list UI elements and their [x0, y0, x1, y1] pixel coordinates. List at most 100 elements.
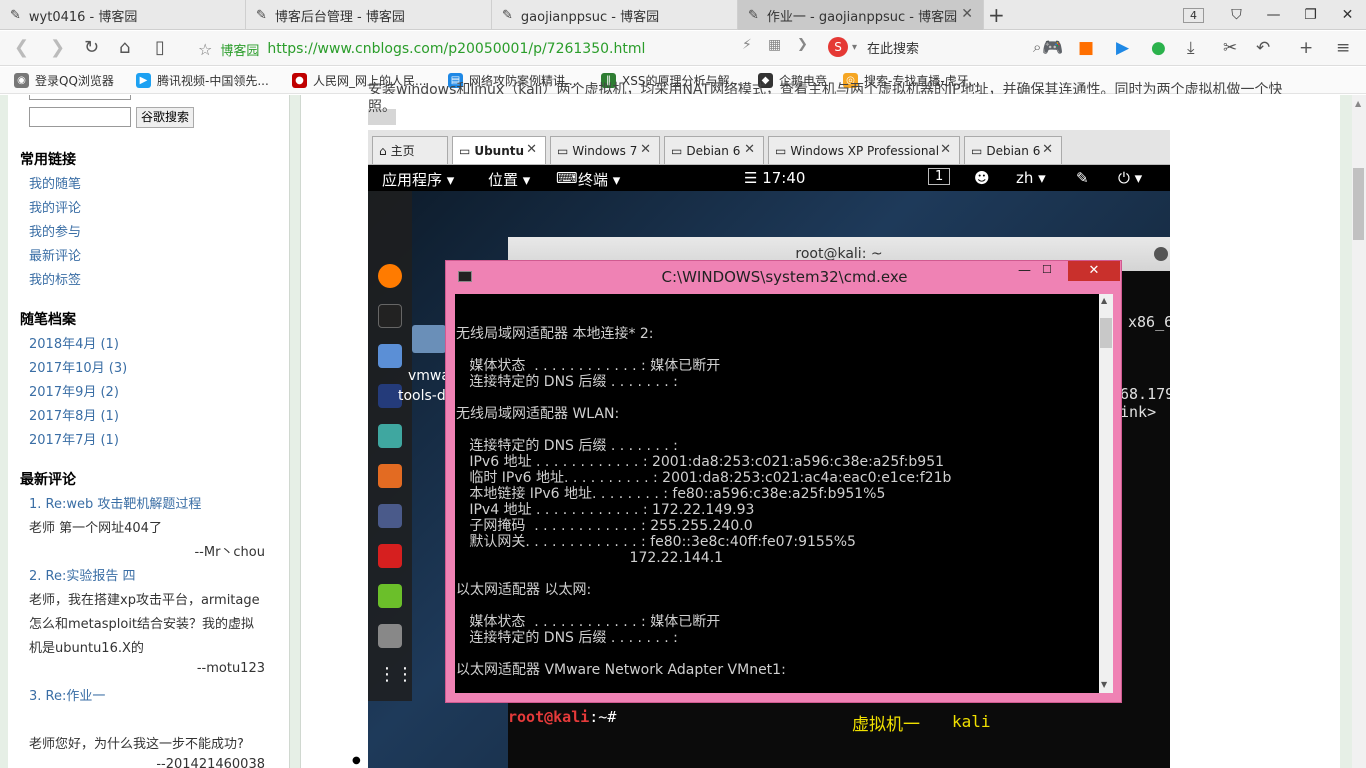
tab-count-badge[interactable]: 4 [1183, 7, 1204, 23]
close-icon[interactable]: ✕ [940, 142, 951, 157]
forward-icon[interactable]: ❯ [50, 37, 65, 58]
minimize-icon[interactable]: — [1018, 263, 1031, 278]
address-toolbar: ❮ ❯ ↻ ⌂ ▯ ☆ 博客园 https://www.cnblogs.com/… [0, 31, 1366, 66]
firefox-icon[interactable] [378, 264, 402, 288]
show-apps-icon[interactable]: ⋮⋮ [378, 664, 414, 688]
files-icon[interactable] [378, 344, 402, 368]
search-icon[interactable]: ⌕ [1033, 38, 1041, 56]
home-icon[interactable]: ⌂ [119, 37, 130, 58]
vm-tab-debian6-2[interactable]: ▭ Debian 6 ✕ [964, 136, 1062, 164]
page-scroll-thumb[interactable] [1353, 168, 1364, 240]
google-search-button[interactable]: 谷歌搜索 [136, 107, 194, 128]
close-tab-icon[interactable]: ✕ [961, 6, 973, 22]
close-icon[interactable]: ✕ [744, 142, 755, 157]
terminal-close-icon[interactable] [1154, 247, 1168, 261]
browser-tab[interactable]: ✎ wyt0416 - 博客园 [0, 0, 246, 30]
back-icon[interactable]: ❮ [14, 37, 29, 58]
chevron-right-icon[interactable]: ❯ [797, 37, 808, 52]
language-menu[interactable]: zh ▾ [1016, 169, 1046, 187]
scissors-icon[interactable]: ✂ [1223, 38, 1237, 58]
star-icon[interactable]: ☆ [198, 40, 212, 59]
applications-menu[interactable]: 应用程序 ▾ [382, 169, 454, 190]
sidebar-link-my-participation[interactable]: 我的参与 [29, 221, 81, 240]
scroll-down-icon[interactable]: ▼ [1101, 680, 1107, 689]
screenshot-icon[interactable] [378, 624, 402, 648]
close-icon[interactable]: ✕ [1068, 261, 1120, 281]
new-tab-button[interactable]: + [988, 3, 1005, 27]
comment-title-link[interactable]: 1. Re:web 攻击靶机解题过程 [29, 493, 201, 512]
armitage-icon[interactable] [378, 424, 402, 448]
bookmark-item[interactable]: ◉ 登录QQ浏览器 [14, 72, 114, 89]
google-search-input[interactable] [29, 107, 131, 127]
archive-link[interactable]: 2017年8月 (1) [29, 405, 119, 424]
cmd-scroll-thumb[interactable] [1100, 318, 1112, 348]
terminal-app-icon[interactable] [378, 304, 402, 328]
faraday-icon[interactable] [378, 544, 402, 568]
post-paragraph: 安装windows和linux（kali）两个虚拟机，均采用NAT网络模式，查看… [368, 82, 1288, 127]
vm-tab-winxp[interactable]: ▭ Windows XP Professional ✕ [768, 136, 960, 164]
archive-link[interactable]: 2017年10月 (3) [29, 357, 127, 376]
prompt-path: :~# [589, 708, 617, 726]
scroll-up-icon[interactable]: ▲ [1101, 296, 1107, 305]
search-box[interactable]: S ▾ 在此搜索 ⌕ [828, 37, 1041, 57]
chevron-down-icon[interactable]: ▾ [852, 42, 857, 53]
shirt-icon[interactable]: ⛉ [1218, 7, 1255, 23]
menu-icon[interactable]: ≡ [1336, 38, 1350, 58]
minimize-icon[interactable]: — [1255, 7, 1292, 23]
url-text[interactable]: https://www.cnblogs.com/p20050001/p/7261… [267, 41, 645, 57]
vm-tab-debian6[interactable]: ▭ Debian 6 ✕ [664, 136, 764, 164]
scroll-up-icon[interactable]: ▲ [1355, 99, 1361, 108]
sidebar-link-my-comments[interactable]: 我的评论 [29, 197, 81, 216]
close-icon[interactable]: ✕ [526, 142, 537, 157]
bookmark-item[interactable]: ▶ 腾讯视频-中国领先... [136, 72, 269, 89]
sidebar-link-my-tags[interactable]: 我的标签 [29, 269, 81, 288]
window-controls: 4 ⛉ — ❐ ✕ [1183, 0, 1366, 30]
qr-icon[interactable]: ▦ [768, 37, 781, 53]
wechat-icon[interactable]: ● [1151, 38, 1166, 58]
undo-icon[interactable]: ↶ [1256, 38, 1270, 58]
folder-icon[interactable] [412, 325, 446, 353]
maximize-icon[interactable]: ☐ [1042, 263, 1052, 276]
lightning-icon[interactable]: ⚡ [742, 37, 752, 53]
cmd-scrollbar[interactable]: ▲ ▼ [1099, 294, 1113, 693]
people-icon[interactable]: ☻ [974, 169, 990, 187]
play-icon[interactable]: ▶ [1116, 38, 1129, 58]
vm-tab-windows7[interactable]: ▭ Windows 7 ✕ [550, 136, 660, 164]
game-icon[interactable]: 🎮 [1042, 38, 1063, 58]
terminal-icon[interactable]: ⌨ [556, 169, 578, 187]
archive-link[interactable]: 2017年7月 (1) [29, 429, 119, 448]
sidebar-link-my-posts[interactable]: 我的随笔 [29, 173, 81, 192]
cmd-line: 无线局域网适配器 WLAN: [456, 406, 620, 422]
terminal-menu[interactable]: 终端 ▾ [578, 169, 620, 190]
download-icon[interactable]: ⤓ [1187, 38, 1195, 58]
search-input-top[interactable] [29, 95, 131, 100]
cmd-output[interactable]: 无线局域网适配器 本地连接* 2: 媒体状态 . . . . . . . . .… [455, 294, 1099, 693]
reader-icon[interactable]: ▯ [155, 37, 165, 58]
browser-tab[interactable]: ✎ gaojianppsuc - 博客园 [492, 0, 738, 30]
sidebar-link-latest-comments[interactable]: 最新评论 [29, 245, 81, 264]
power-icon[interactable]: ⏻ ▾ [1118, 169, 1142, 187]
browser-tab[interactable]: ✎ 博客后台管理 - 博客园 [246, 0, 492, 30]
workspace-indicator[interactable]: 1 [928, 168, 951, 185]
comment-title-link[interactable]: 2. Re:实验报告 四 [29, 565, 136, 584]
burpsuite-icon[interactable] [378, 464, 402, 488]
refresh-icon[interactable]: ↻ [84, 37, 99, 58]
archive-link[interactable]: 2017年9月 (2) [29, 381, 119, 400]
restore-icon[interactable]: ❐ [1292, 7, 1329, 23]
comment-body: 老师您好，为什么我这一步不能成功? [29, 737, 244, 752]
vm-tab-ubuntu[interactable]: ▭ Ubuntu ✕ [452, 136, 546, 164]
close-window-icon[interactable]: ✕ [1329, 7, 1366, 23]
notes-icon[interactable] [378, 584, 402, 608]
archive-link[interactable]: 2018年4月 (1) [29, 333, 119, 352]
places-menu[interactable]: 位置 ▾ [488, 169, 530, 190]
add-icon[interactable]: + [1299, 38, 1313, 58]
close-icon[interactable]: ✕ [640, 142, 651, 157]
close-icon[interactable]: ✕ [1042, 142, 1053, 157]
pen-icon[interactable]: ✎ [1076, 169, 1089, 187]
vm-tab-home[interactable]: ⌂ 主页 [372, 136, 448, 164]
maltego-icon[interactable] [378, 504, 402, 528]
browser-tab-active[interactable]: ✎ 作业一 - gaojianppsuc - 博客园 ✕ [738, 0, 984, 30]
comment-title-link[interactable]: 3. Re:作业一 [29, 685, 105, 704]
video-icon[interactable]: ■ [1078, 38, 1094, 58]
clock[interactable]: ☰ 17:40 [744, 169, 805, 187]
